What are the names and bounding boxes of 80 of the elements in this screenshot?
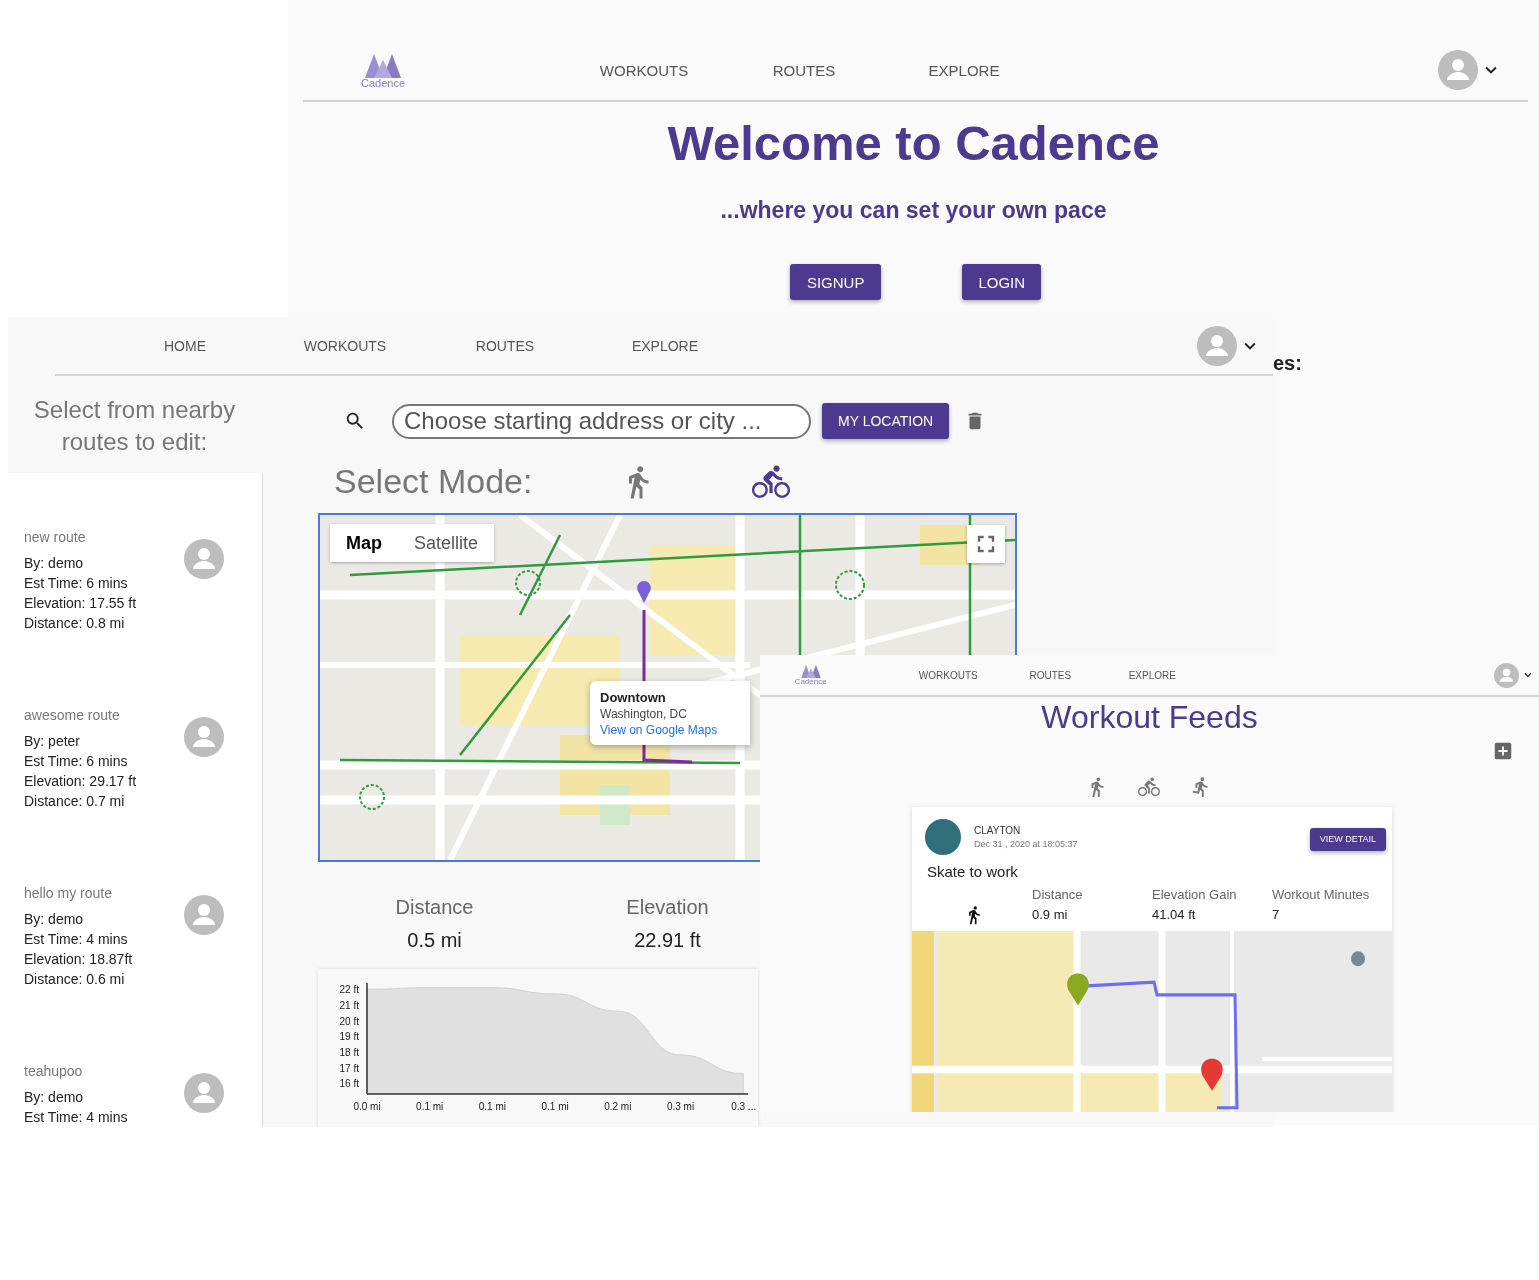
route-detail: Distance: 0.6 mi (24, 970, 126, 989)
google-maps-link[interactable]: View on Google Maps (600, 723, 750, 737)
logo-text: Cadence (794, 678, 827, 687)
x-tick-label: 0.1 mi (416, 1101, 444, 1112)
route-detail: Est Time: 4 mins (24, 930, 129, 949)
x-tick-label: 0.0 mi (353, 1101, 381, 1112)
page-subtitle: ...where you can set your own pace (719, 197, 1108, 224)
sidebar-heading: Select from nearby routes to edit: (32, 395, 237, 457)
mode-label: Select Mode: (334, 462, 534, 501)
map-type-tab[interactable]: Map (330, 524, 398, 562)
route-detail: Elevation: 17.55 ft (24, 594, 138, 613)
post-date: Dec 31 , 2020 at 18:05:37 (974, 839, 1078, 849)
nav-link[interactable]: ROUTES (425, 337, 585, 354)
popup-title: Downtown (600, 690, 667, 705)
route-detail: Est Time: 4 mins (24, 1108, 129, 1127)
route-detail: By: demo (24, 1088, 85, 1107)
page-title: Workout Feeds (1040, 698, 1259, 736)
route-detail: By: peter (24, 732, 82, 751)
route-detail: Est Time: 6 mins (24, 574, 129, 593)
nav-link[interactable]: WORKOUTS (265, 337, 425, 354)
route-detail: Elevation: 29.17 ft (24, 772, 138, 791)
stat-value: 0.5 mi (407, 929, 462, 952)
route-detail: By: demo (24, 910, 85, 929)
x-tick-label: 0.3 ... (731, 1101, 757, 1112)
stat-label: Elevation Gain (1152, 886, 1238, 904)
add-icon[interactable] (1492, 740, 1514, 762)
route-name[interactable]: awesome route (24, 705, 184, 725)
y-tick-label: 22 ft (339, 984, 359, 996)
workout-title: Skate to work (926, 862, 1019, 880)
x-tick-label: 0.1 mi (541, 1101, 569, 1112)
address-search-field[interactable]: Choose starting address or city ... (392, 403, 811, 439)
y-tick-label: 16 ft (339, 1078, 359, 1090)
nav-link[interactable]: ROUTES (999, 669, 1102, 681)
x-tick-label: 0.1 mi (478, 1101, 506, 1112)
page-title: Welcome to Cadence (666, 116, 1161, 170)
search-icon (344, 410, 366, 432)
nav-link[interactable]: EXPLORE (585, 337, 745, 354)
stat-value: 0.9 mi (1032, 906, 1069, 924)
route-detail: Distance: 0.7 mi (24, 792, 126, 811)
nav-link[interactable]: HOME (105, 337, 265, 354)
cyclist-icon[interactable] (1137, 776, 1160, 798)
stat-label: Elevation (626, 896, 709, 919)
stat-value: 22.91 ft (634, 929, 701, 952)
stat-value: 7 (1272, 906, 1281, 924)
popup-subtitle: Washington, DC (600, 707, 688, 721)
avatar-icon (925, 819, 961, 855)
user-name: CLAYTON (974, 825, 1022, 836)
y-tick-label: 17 ft (339, 1062, 359, 1074)
route-name[interactable]: new route (24, 527, 184, 547)
nav-link[interactable]: ROUTES (724, 61, 884, 79)
y-tick-label: 18 ft (339, 1047, 359, 1058)
map-type-tab[interactable]: Satellite (398, 524, 495, 562)
route-name[interactable]: teahupoo (24, 1061, 184, 1081)
stat-value: 41.04 ft (1152, 906, 1197, 924)
stat-label: Distance (1032, 886, 1084, 904)
my-location-button[interactable]: MY LOCATION (822, 403, 950, 439)
logo-icon (799, 663, 822, 679)
nav-link[interactable]: WORKOUTS (564, 61, 724, 79)
x-tick-label: 0.2 mi (604, 1101, 632, 1112)
route-detail: Distance: 0.8 mi (24, 614, 126, 633)
stat-label: Workout Minutes (1272, 886, 1371, 904)
login-button[interactable]: LOGIN (962, 264, 1042, 300)
y-tick-label: 20 ft (339, 1015, 359, 1027)
fullscreen-button[interactable] (967, 525, 1005, 563)
section-heading: es: (1273, 352, 1302, 375)
stat-label: Distance (395, 896, 474, 919)
route-detail: Elevation: 18.87ft (24, 950, 134, 969)
nav-link[interactable]: EXPLORE (1101, 669, 1204, 681)
y-tick-label: 21 ft (339, 1000, 359, 1012)
cyclist-icon[interactable] (752, 462, 790, 501)
route-detail: By: demo (24, 554, 85, 573)
route-detail: Est Time: 6 mins (24, 752, 129, 771)
nav-link[interactable]: EXPLORE (884, 61, 1044, 79)
y-tick-label: 19 ft (339, 1031, 359, 1043)
nav-link[interactable]: WORKOUTS (897, 669, 1000, 681)
route-name[interactable]: hello my route (24, 883, 184, 903)
signup-button[interactable]: SIGNUP (789, 264, 882, 300)
view-detail-button[interactable]: VIEW DETAIL (1309, 827, 1386, 851)
logo-text: Cadence (360, 77, 405, 89)
x-tick-label: 0.3 mi (666, 1101, 695, 1112)
